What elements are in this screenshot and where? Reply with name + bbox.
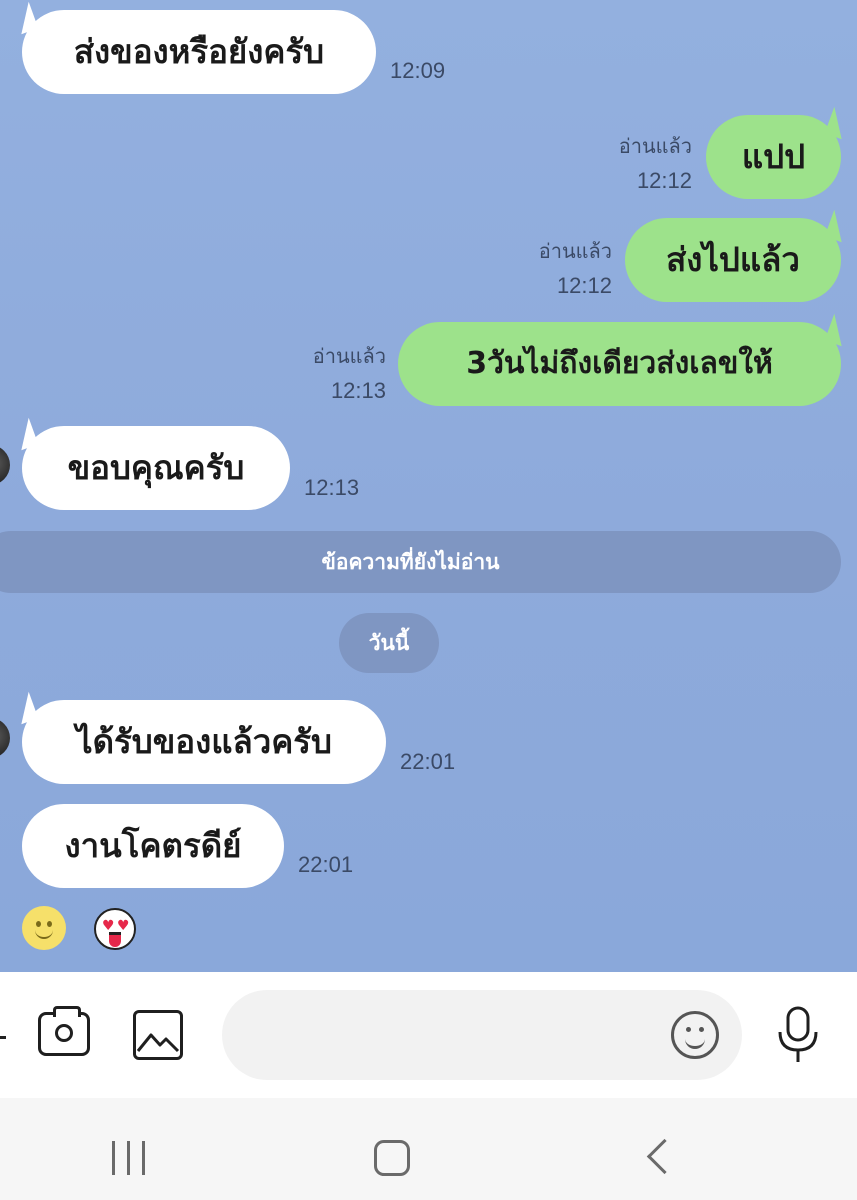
read-receipt: อ่านแล้ว 12:12 (480, 235, 612, 299)
avatar[interactable] (0, 718, 10, 758)
message-time: 22:01 (298, 852, 354, 877)
unread-divider: ข้อความที่ยังไม่อ่าน (0, 531, 841, 593)
microphone-icon[interactable] (775, 1006, 821, 1064)
message-text: แปป (741, 137, 806, 176)
read-label: อ่านแล้ว (538, 241, 612, 263)
camera-icon[interactable] (38, 1006, 90, 1056)
home-icon[interactable] (374, 1140, 410, 1176)
read-receipt: อ่านแล้ว 12:12 (560, 130, 692, 194)
message-input[interactable] (222, 990, 742, 1080)
read-label: อ่านแล้ว (618, 136, 692, 158)
message-time: 12:12 (636, 168, 692, 193)
avatar[interactable] (0, 445, 10, 485)
chat-area: ส่งของหรือยังครับ 12:09 อ่านแล้ว 12:12 แ… (0, 0, 857, 972)
message-bubble-incoming[interactable]: ได้รับของแล้วครับ (11, 691, 386, 784)
message-text: 3วันไม่ถึงเดียวส่งเลขให้ (466, 346, 773, 381)
heart-eyes-emoji-icon[interactable]: ♥ ♥ (94, 908, 136, 950)
message-time: 12:13 (330, 378, 386, 403)
gallery-icon[interactable] (133, 1010, 183, 1060)
message-time: 12:12 (556, 273, 612, 298)
message-bubble-incoming[interactable]: งานโคตรดีย์ (22, 804, 284, 888)
plus-icon[interactable] (0, 1036, 6, 1039)
message-bubble-incoming[interactable]: ส่งของหรือยังครับ (11, 1, 376, 94)
message-bubble-outgoing[interactable]: 3วันไม่ถึงเดียวส่งเลขให้ (398, 313, 852, 406)
message-time: 12:13 (304, 475, 360, 500)
emoji-icon[interactable] (671, 1011, 719, 1059)
message-time: 22:01 (400, 749, 456, 774)
recent-apps-icon[interactable] (110, 1141, 148, 1175)
message-text: งานโคตรดีย์ (64, 826, 242, 865)
message-time: 12:09 (390, 58, 446, 83)
date-label: วันนี้ (339, 613, 439, 673)
message-text: ส่งของหรือยังครับ (73, 32, 325, 71)
smile-emoji-icon[interactable] (22, 906, 66, 950)
message-text: ขอบคุณครับ (67, 448, 245, 487)
message-bubble-outgoing[interactable]: ส่งไปแล้ว (625, 209, 852, 302)
message-text: ได้รับของแล้วครับ (76, 722, 332, 761)
read-label: อ่านแล้ว (312, 346, 386, 368)
message-bubble-outgoing[interactable]: แปป (706, 106, 852, 199)
message-text: ส่งไปแล้ว (666, 240, 800, 279)
message-bubble-incoming[interactable]: ขอบคุณครับ (11, 417, 290, 510)
read-receipt: อ่านแล้ว 12:13 (254, 340, 386, 404)
